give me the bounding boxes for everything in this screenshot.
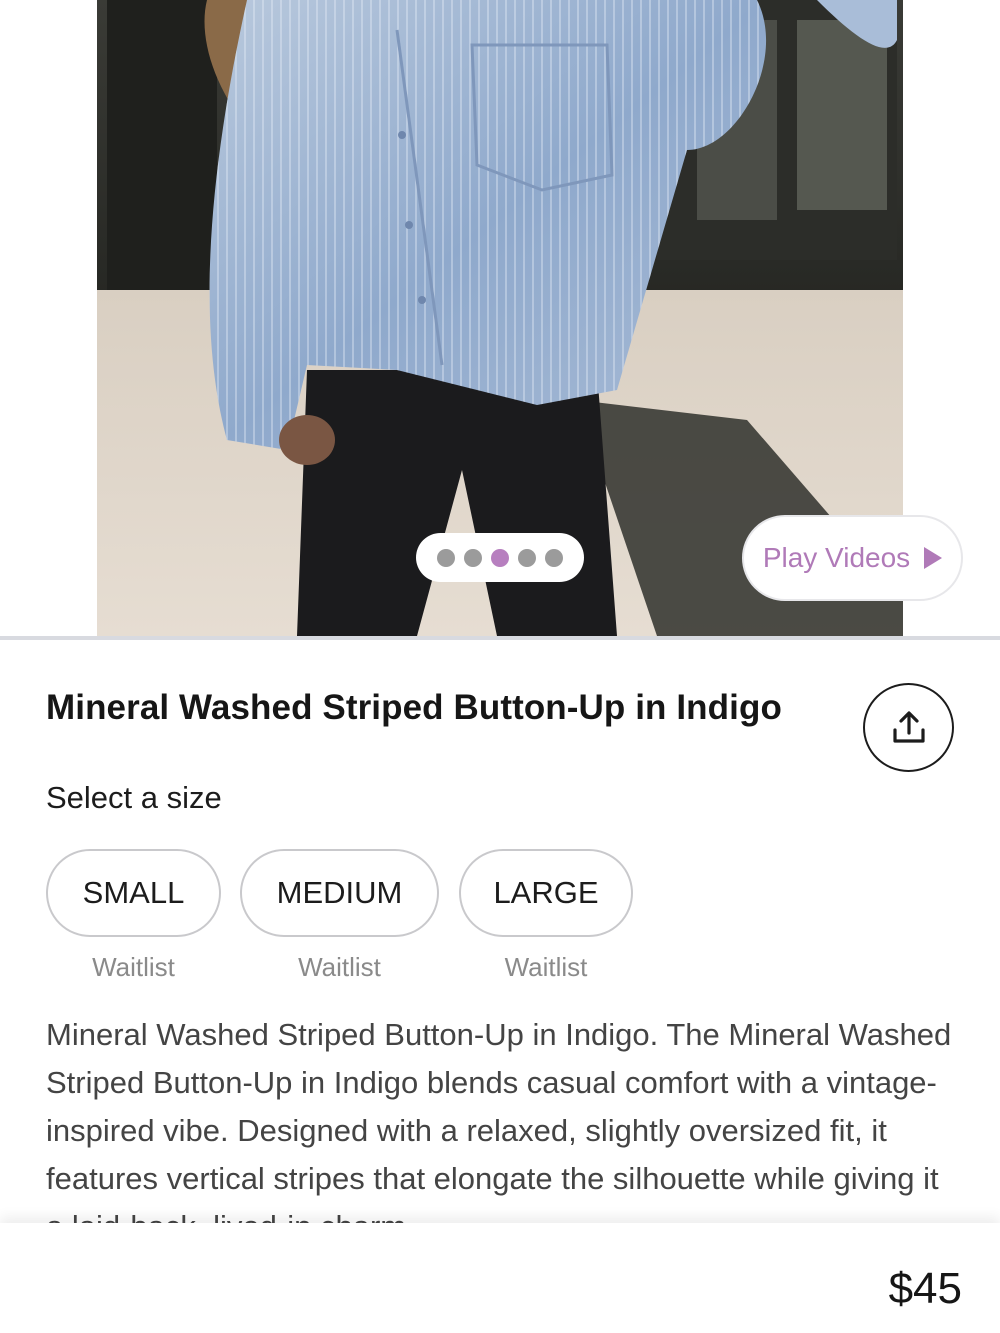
product-title: Mineral Washed Striped Button-Up in Indi… [46,688,782,727]
carousel-dot-active[interactable] [491,548,509,567]
size-status-large: Waitlist [504,952,588,982]
carousel-dot[interactable] [545,548,563,567]
size-status-medium: Waitlist [298,952,381,982]
share-button[interactable] [863,683,954,772]
product-description: Mineral Washed Striped Button-Up in Indi… [46,1017,952,1223]
play-videos-label: Play Videos [762,542,911,573]
size-option-medium[interactable]: MEDIUM [240,849,439,937]
size-option-small[interactable]: SMALL [46,849,221,937]
size-status-small: Waitlist [92,952,175,982]
bottom-bar [0,1223,1000,1333]
share-upload-icon [892,710,925,743]
carousel-dot[interactable] [437,548,455,567]
size-option-large[interactable]: LARGE [459,849,633,937]
play-videos-button[interactable]: Play Videos [742,515,963,601]
select-size-label: Select a size [46,780,222,815]
carousel-dot[interactable] [518,548,536,567]
play-icon [924,547,943,569]
divider [0,636,1000,640]
product-gallery[interactable]: Play Videos [0,0,1000,636]
carousel-indicator[interactable] [416,533,584,582]
carousel-dot[interactable] [464,548,482,567]
product-price: $45 [888,1264,962,1313]
